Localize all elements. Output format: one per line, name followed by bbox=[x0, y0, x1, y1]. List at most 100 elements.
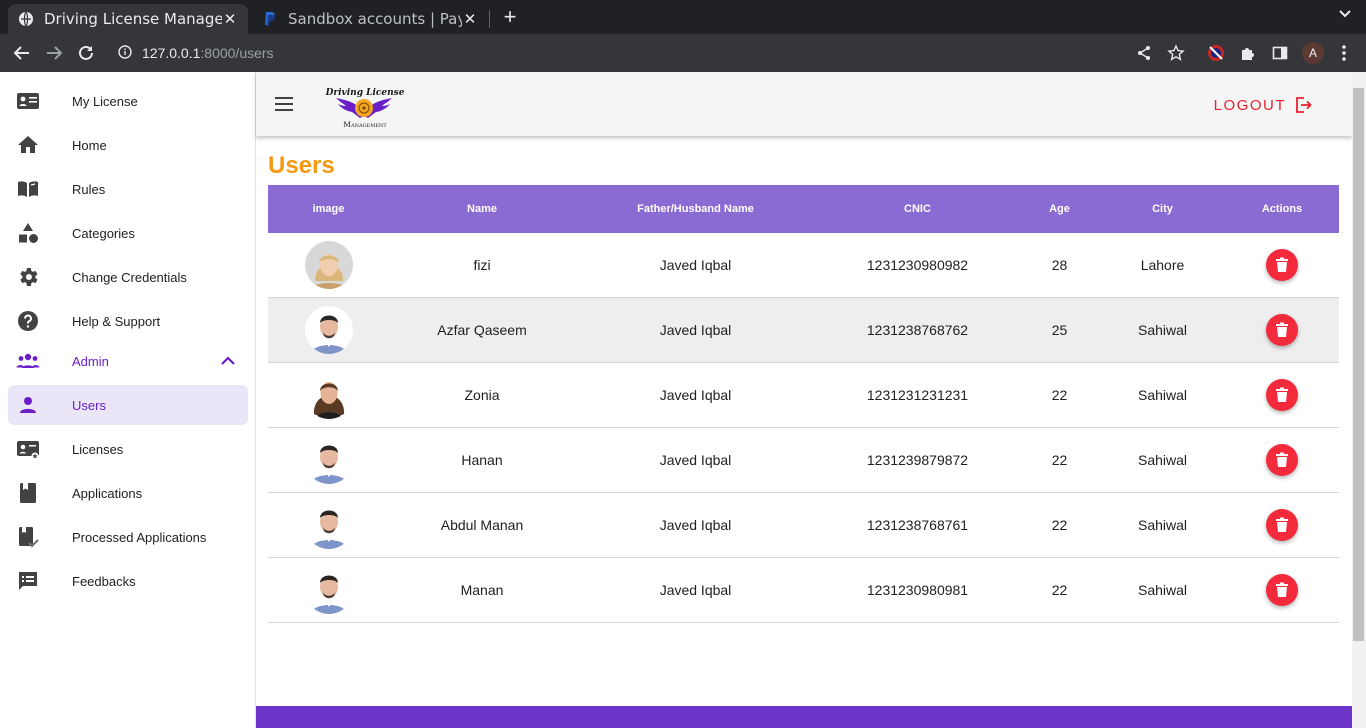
book-icon bbox=[16, 177, 40, 201]
sidebar-item-home[interactable]: Home bbox=[8, 125, 248, 165]
sidebar-item-applications[interactable]: Applications bbox=[8, 473, 248, 513]
person-icon bbox=[16, 393, 40, 417]
browser-tab-active[interactable]: Driving License Managem ✕ bbox=[8, 4, 248, 34]
user-age: 22 bbox=[1051, 582, 1068, 598]
column-header[interactable]: Age bbox=[1019, 203, 1100, 215]
delete-button[interactable] bbox=[1266, 249, 1298, 281]
user-name: Manan bbox=[460, 582, 504, 598]
globe-icon bbox=[18, 11, 34, 27]
share-icon[interactable] bbox=[1132, 41, 1156, 65]
table-row[interactable]: Azfar Qaseem Javed Iqbal 1231238768762 2… bbox=[268, 298, 1339, 363]
user-name: Zonia bbox=[464, 387, 500, 403]
group-icon bbox=[16, 349, 40, 373]
sidebar-item-users[interactable]: Users bbox=[8, 385, 248, 425]
user-name: fizi bbox=[473, 257, 491, 273]
sidebar-item-feedbacks[interactable]: Feedbacks bbox=[8, 561, 248, 601]
user-age: 28 bbox=[1051, 257, 1068, 273]
forward-arrow-icon[interactable] bbox=[42, 41, 66, 65]
back-arrow-icon[interactable] bbox=[10, 41, 34, 65]
sidebar-item-label: Licenses bbox=[72, 441, 124, 457]
new-tab-icon[interactable]: + bbox=[498, 4, 522, 30]
url-path: :8000/users bbox=[200, 45, 274, 61]
user-city: Lahore bbox=[1140, 257, 1185, 273]
profile-avatar[interactable]: A bbox=[1301, 41, 1325, 65]
sidebar-item-label: My License bbox=[72, 93, 138, 109]
table-row[interactable]: Zonia Javed Iqbal 1231231231231 22 Sahiw… bbox=[268, 363, 1339, 428]
blocked-extension-icon[interactable] bbox=[1204, 41, 1228, 65]
sidebar-item-label: Admin bbox=[72, 353, 109, 369]
tab-separator bbox=[489, 10, 490, 28]
home-icon bbox=[16, 133, 40, 157]
browser-tab-inactive[interactable]: Sandbox accounts | PayPa ✕ bbox=[252, 4, 488, 34]
app-logo[interactable]: Driving License Management bbox=[322, 86, 408, 130]
column-header[interactable]: City bbox=[1100, 203, 1225, 215]
user-age: 22 bbox=[1051, 452, 1068, 468]
table-row[interactable]: Abdul Manan Javed Iqbal 1231238768761 22… bbox=[268, 493, 1339, 558]
user-city: Sahiwal bbox=[1137, 322, 1188, 338]
sidebar-item-licenses[interactable]: Licenses bbox=[8, 429, 248, 469]
sidebar-item-my-license[interactable]: My License bbox=[8, 81, 248, 121]
user-father-name: Javed Iqbal bbox=[659, 452, 732, 468]
sidebar-item-label: Users bbox=[72, 397, 106, 413]
paypal-icon bbox=[262, 11, 278, 27]
table-row[interactable]: fizi Javed Iqbal 1231230980982 28 Lahore bbox=[268, 233, 1339, 298]
logout-icon bbox=[1294, 96, 1312, 114]
column-header[interactable]: CNIC bbox=[816, 203, 1019, 215]
user-name: Abdul Manan bbox=[440, 517, 524, 533]
tab-title: Driving License Managem bbox=[44, 10, 222, 28]
user-avatar bbox=[304, 306, 353, 354]
main-content: Driving License Management LOGOUT Users … bbox=[256, 72, 1352, 728]
user-age: 22 bbox=[1051, 517, 1068, 533]
feedback-icon bbox=[16, 569, 40, 593]
sidebar-item-change-credentials[interactable]: Change Credentials bbox=[8, 257, 248, 297]
column-header[interactable]: Father/Husband Name bbox=[575, 203, 816, 215]
extensions-puzzle-icon[interactable] bbox=[1236, 41, 1260, 65]
user-city: Sahiwal bbox=[1137, 582, 1188, 598]
user-city: Sahiwal bbox=[1137, 517, 1188, 533]
address-bar[interactable]: 127.0.0.1:8000/users bbox=[118, 42, 274, 64]
user-avatar bbox=[304, 501, 353, 549]
user-avatar bbox=[304, 371, 353, 419]
scrollbar-thumb[interactable] bbox=[1353, 88, 1364, 641]
sidebar-item-help-support[interactable]: Help & Support bbox=[8, 301, 248, 341]
tab-search-icon[interactable] bbox=[1338, 6, 1352, 22]
trash-icon bbox=[1276, 322, 1288, 337]
reload-icon[interactable] bbox=[74, 41, 98, 65]
info-icon[interactable] bbox=[118, 44, 132, 62]
logo-text-bottom: Management bbox=[343, 120, 387, 129]
table-row[interactable]: Manan Javed Iqbal 1231230980981 22 Sahiw… bbox=[268, 558, 1339, 623]
user-father-name: Javed Iqbal bbox=[659, 257, 732, 273]
page-title: Users bbox=[268, 152, 335, 179]
user-father-name: Javed Iqbal bbox=[659, 322, 732, 338]
sidebar-item-processed-applications[interactable]: Processed Applications bbox=[8, 517, 248, 557]
delete-button[interactable] bbox=[1266, 314, 1298, 346]
sidebar-item-categories[interactable]: Categories bbox=[8, 213, 248, 253]
user-cnic: 1231230980982 bbox=[866, 257, 969, 273]
side-panel-icon[interactable] bbox=[1268, 41, 1292, 65]
chevron-up-icon[interactable] bbox=[218, 351, 238, 371]
column-header[interactable]: image bbox=[268, 203, 389, 215]
user-father-name: Javed Iqbal bbox=[659, 582, 732, 598]
user-avatar bbox=[304, 436, 353, 484]
profile-initial: A bbox=[1302, 42, 1324, 64]
menu-icon[interactable] bbox=[274, 94, 294, 114]
bookmark-star-icon[interactable] bbox=[1164, 41, 1188, 65]
user-cnic: 1231230980981 bbox=[866, 582, 969, 598]
user-age: 22 bbox=[1051, 387, 1068, 403]
column-header[interactable]: Name bbox=[389, 203, 575, 215]
delete-button[interactable] bbox=[1266, 574, 1298, 606]
user-avatar bbox=[304, 566, 353, 614]
delete-button[interactable] bbox=[1266, 509, 1298, 541]
sidebar-item-rules[interactable]: Rules bbox=[8, 169, 248, 209]
close-tab-icon[interactable]: ✕ bbox=[462, 10, 478, 28]
sidebar-item-admin[interactable]: Admin bbox=[8, 341, 248, 381]
delete-button[interactable] bbox=[1266, 379, 1298, 411]
table-row[interactable]: Hanan Javed Iqbal 1231239879872 22 Sahiw… bbox=[268, 428, 1339, 493]
close-tab-icon[interactable]: ✕ bbox=[222, 10, 238, 28]
user-cnic: 1231238768762 bbox=[866, 322, 969, 338]
user-name: Hanan bbox=[461, 452, 503, 468]
column-header[interactable]: Actions bbox=[1225, 203, 1339, 215]
logout-button[interactable]: LOGOUT bbox=[1214, 96, 1312, 114]
browser-menu-icon[interactable] bbox=[1332, 41, 1356, 65]
delete-button[interactable] bbox=[1266, 444, 1298, 476]
